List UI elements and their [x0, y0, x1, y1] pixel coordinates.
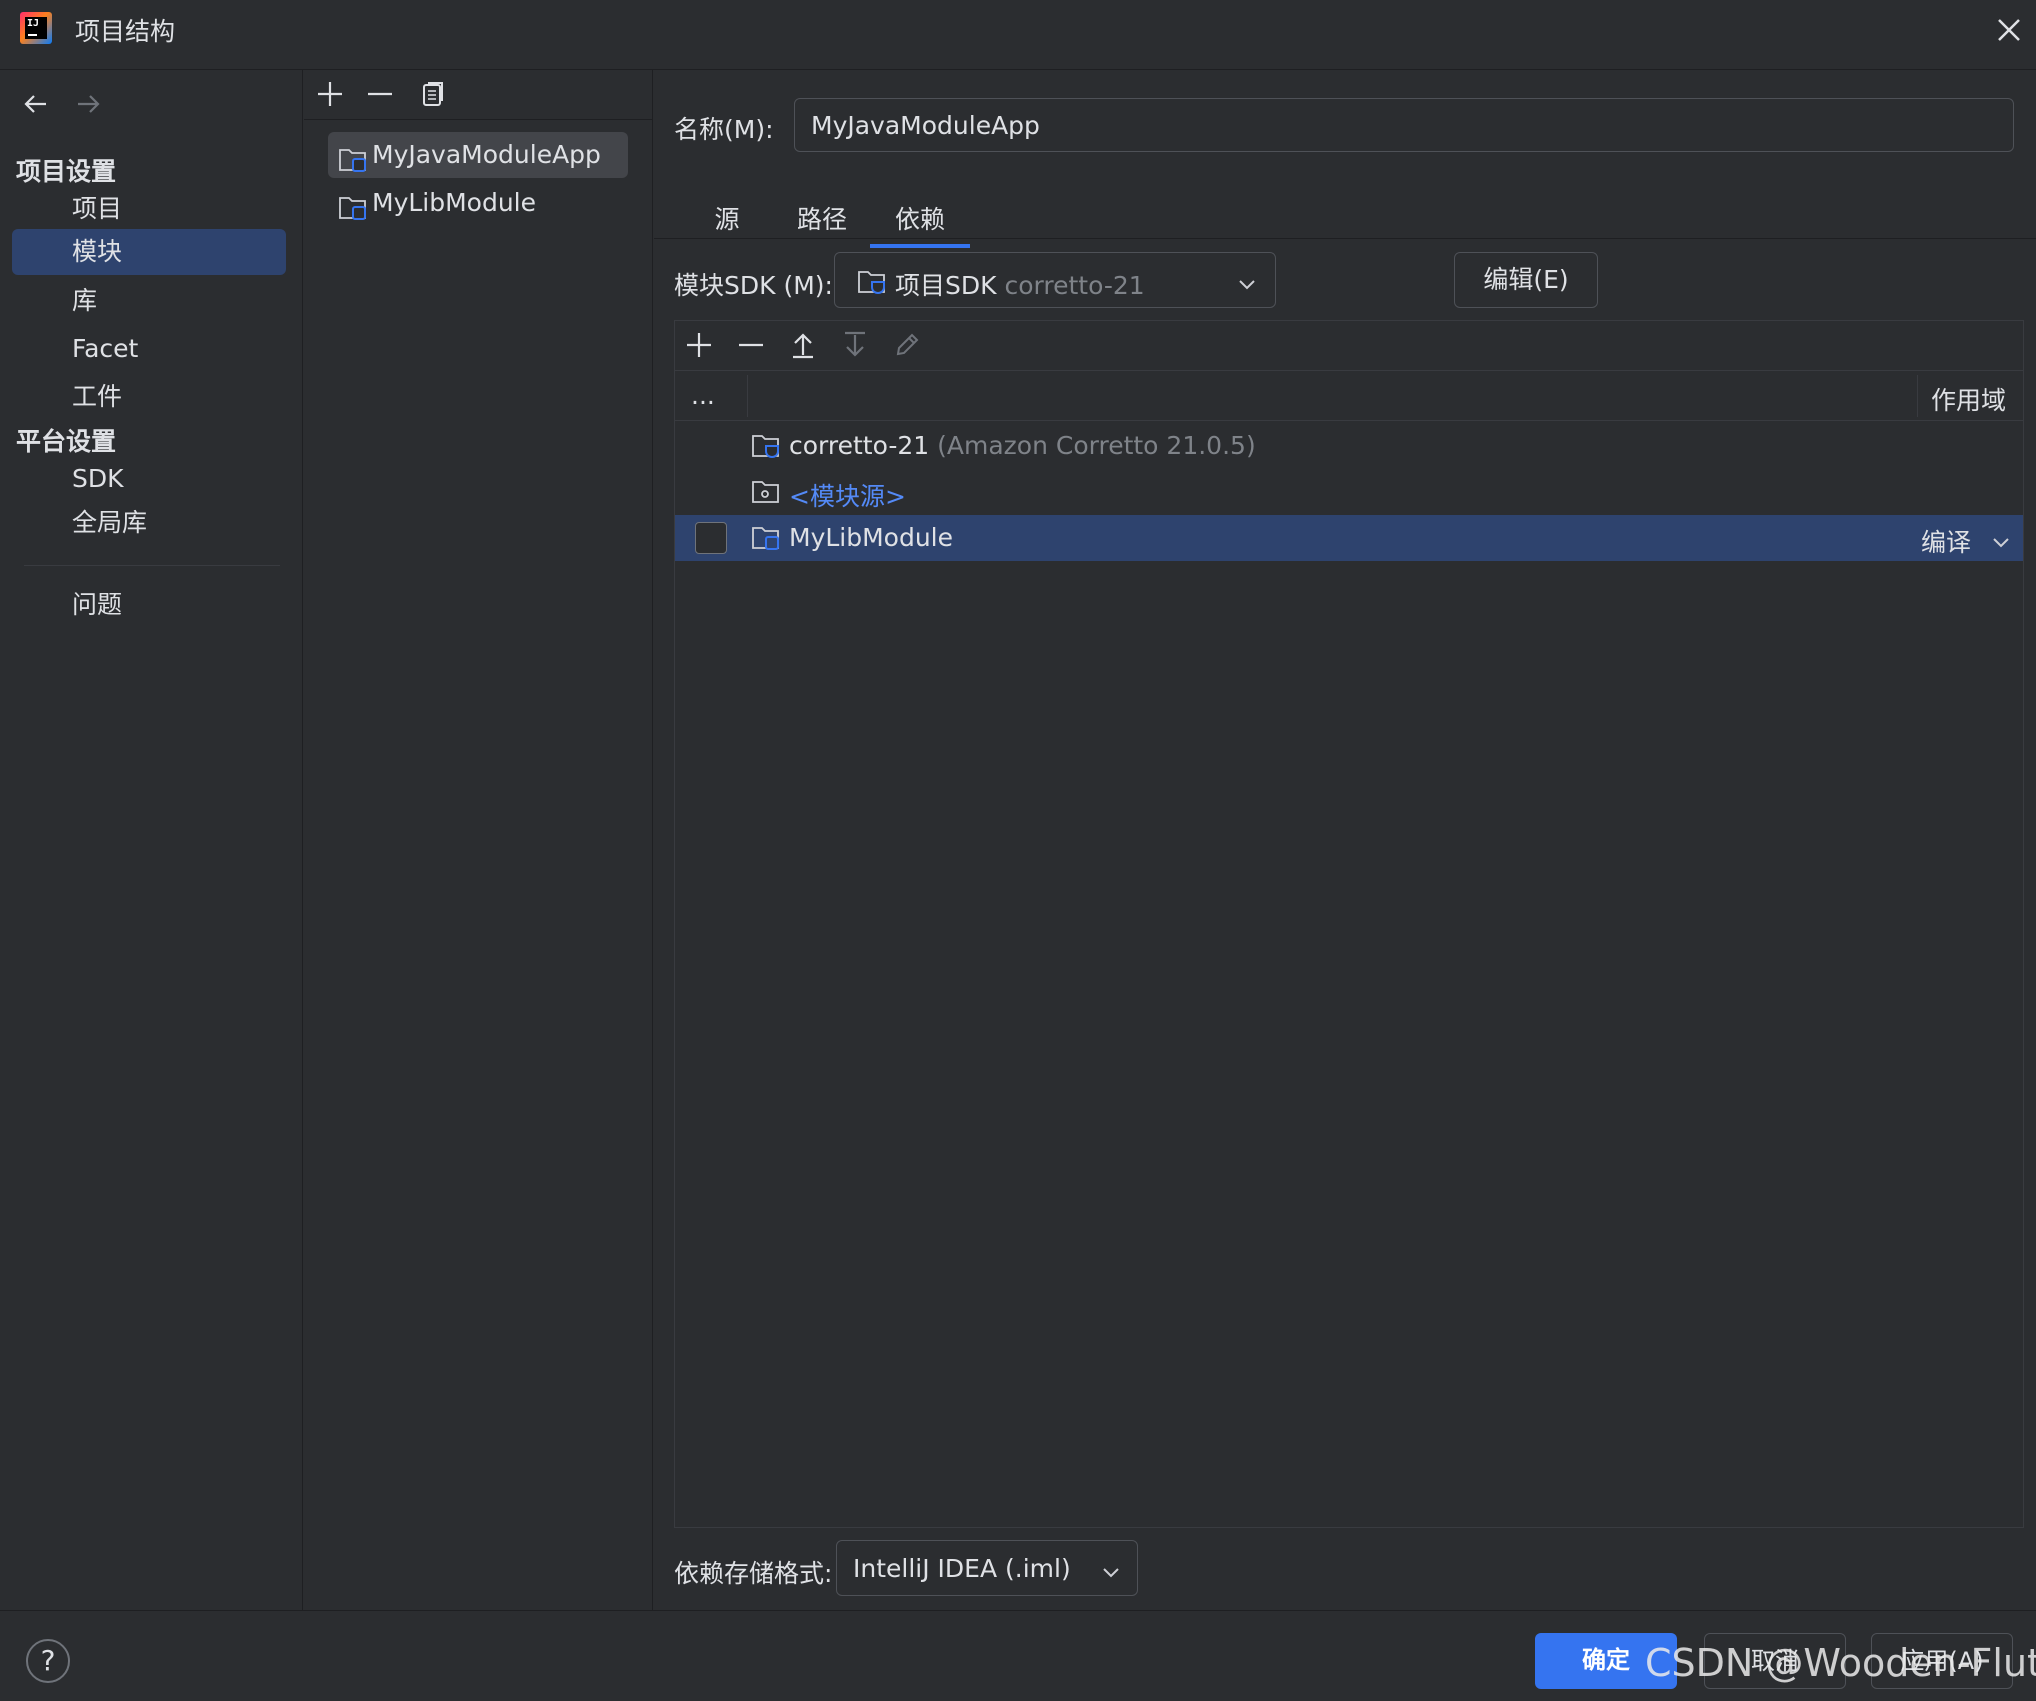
sdk-value: 项目SDK	[895, 271, 997, 300]
chevron-down-icon	[1237, 271, 1257, 291]
storage-format-label: 依赖存储格式:	[674, 1559, 833, 1588]
header-scope-column[interactable]: 作用域	[1931, 381, 2006, 417]
storage-format-select[interactable]: IntelliJ IDEA (.iml)	[836, 1540, 1138, 1596]
module-folder-icon	[338, 190, 368, 220]
plus-icon[interactable]	[681, 327, 717, 363]
settings-nav: 项目设置 项目 模块 库 Facet 工件 平台设置 SDK 全局库 问题	[0, 70, 303, 1610]
dependency-row-module-source[interactable]: <模块源>	[675, 469, 2023, 515]
intellij-logo-icon: IJ	[20, 12, 52, 44]
nav-item-problems[interactable]: 问题	[12, 582, 286, 628]
nav-item-project[interactable]: 项目	[12, 186, 286, 232]
dependency-name: corretto-21	[789, 431, 930, 460]
nav-section-project-settings: 项目设置	[16, 157, 117, 186]
dependency-row-sdk[interactable]: corretto-21 (Amazon Corretto 21.0.5)	[675, 423, 2023, 469]
dialog-footer: ? 确定 取消 应用(A) CSDN @Wooden-Flute	[0, 1610, 2036, 1701]
title-bar: IJ 项目结构	[0, 0, 2036, 70]
nav-item-facet[interactable]: Facet	[12, 326, 286, 372]
name-label: 名称(M):	[674, 115, 774, 144]
edit-icon[interactable]	[889, 327, 925, 363]
tab-sources[interactable]: 源	[696, 192, 758, 248]
chevron-down-icon	[1101, 1559, 1121, 1579]
copy-icon[interactable]	[414, 76, 450, 112]
nav-item-modules[interactable]: 模块	[12, 229, 286, 275]
nav-item-artifacts[interactable]: 工件	[12, 374, 286, 420]
module-item-label: MyJavaModuleApp	[372, 140, 601, 169]
window-title: 项目结构	[75, 17, 176, 46]
header-separator	[747, 375, 748, 417]
module-folder-icon	[338, 142, 368, 172]
move-down-icon[interactable]	[837, 327, 873, 363]
module-folder-icon	[751, 523, 781, 551]
close-icon[interactable]	[1993, 14, 2025, 46]
module-name-input[interactable]	[794, 98, 2014, 152]
module-details: 名称(M): 源 路径 依赖 模块SDK (M): 项目SDK corretto…	[654, 70, 2036, 1610]
sdk-folder-icon	[751, 431, 781, 459]
arrow-right-icon[interactable]	[70, 86, 106, 122]
tab-paths[interactable]: 路径	[782, 192, 862, 248]
header-separator	[1917, 375, 1918, 417]
nav-section-platform-settings: 平台设置	[16, 427, 117, 456]
export-checkbox[interactable]	[695, 522, 727, 554]
scope-select[interactable]: 编译	[1921, 523, 1971, 559]
dependency-detail: (Amazon Corretto 21.0.5)	[937, 431, 1256, 460]
chevron-down-icon[interactable]	[1991, 529, 2011, 549]
plus-icon[interactable]	[312, 76, 348, 112]
storage-format-value: IntelliJ IDEA (.iml)	[853, 1554, 1071, 1583]
minus-icon[interactable]	[733, 327, 769, 363]
dependency-name: MyLibModule	[789, 523, 954, 552]
module-item-mylibmodule[interactable]: MyLibModule	[328, 180, 628, 226]
sdk-value-detail: corretto-21	[1004, 271, 1145, 300]
nav-item-global-libraries[interactable]: 全局库	[12, 500, 286, 546]
arrow-left-icon[interactable]	[18, 86, 54, 122]
watermark: CSDN @Wooden-Flute	[1645, 1641, 2036, 1685]
dependencies-toolbar	[675, 321, 2023, 371]
nav-item-libraries[interactable]: 库	[12, 278, 286, 324]
minus-icon[interactable]	[362, 76, 398, 112]
help-icon[interactable]: ?	[26, 1639, 70, 1683]
module-list-panel: MyJavaModuleApp MyLibModule	[304, 70, 653, 1610]
header-export-column[interactable]: ...	[691, 381, 715, 410]
nav-divider	[24, 565, 280, 566]
dependencies-header: ... 作用域	[675, 371, 2023, 421]
tabs-divider	[654, 238, 2036, 239]
module-item-myjavamoduleapp[interactable]: MyJavaModuleApp	[328, 132, 628, 178]
module-item-label: MyLibModule	[372, 188, 537, 217]
edit-sdk-button[interactable]: 编辑(E)	[1454, 252, 1598, 308]
source-folder-icon	[751, 477, 781, 505]
module-sdk-select[interactable]: 项目SDK corretto-21	[834, 252, 1276, 308]
sdk-folder-icon	[857, 267, 887, 295]
dependency-name: <模块源>	[789, 482, 906, 511]
nav-item-sdk[interactable]: SDK	[12, 456, 286, 502]
tab-dependencies[interactable]: 依赖	[870, 192, 970, 248]
move-up-icon[interactable]	[785, 327, 821, 363]
module-sdk-label: 模块SDK (M):	[674, 271, 833, 300]
dependencies-table: ... 作用域 corretto-21 (Amazon Corretto 21.…	[674, 320, 2024, 1528]
module-toolbar	[304, 70, 653, 120]
dependency-row-mylibmodule[interactable]: MyLibModule 编译	[675, 515, 2023, 561]
